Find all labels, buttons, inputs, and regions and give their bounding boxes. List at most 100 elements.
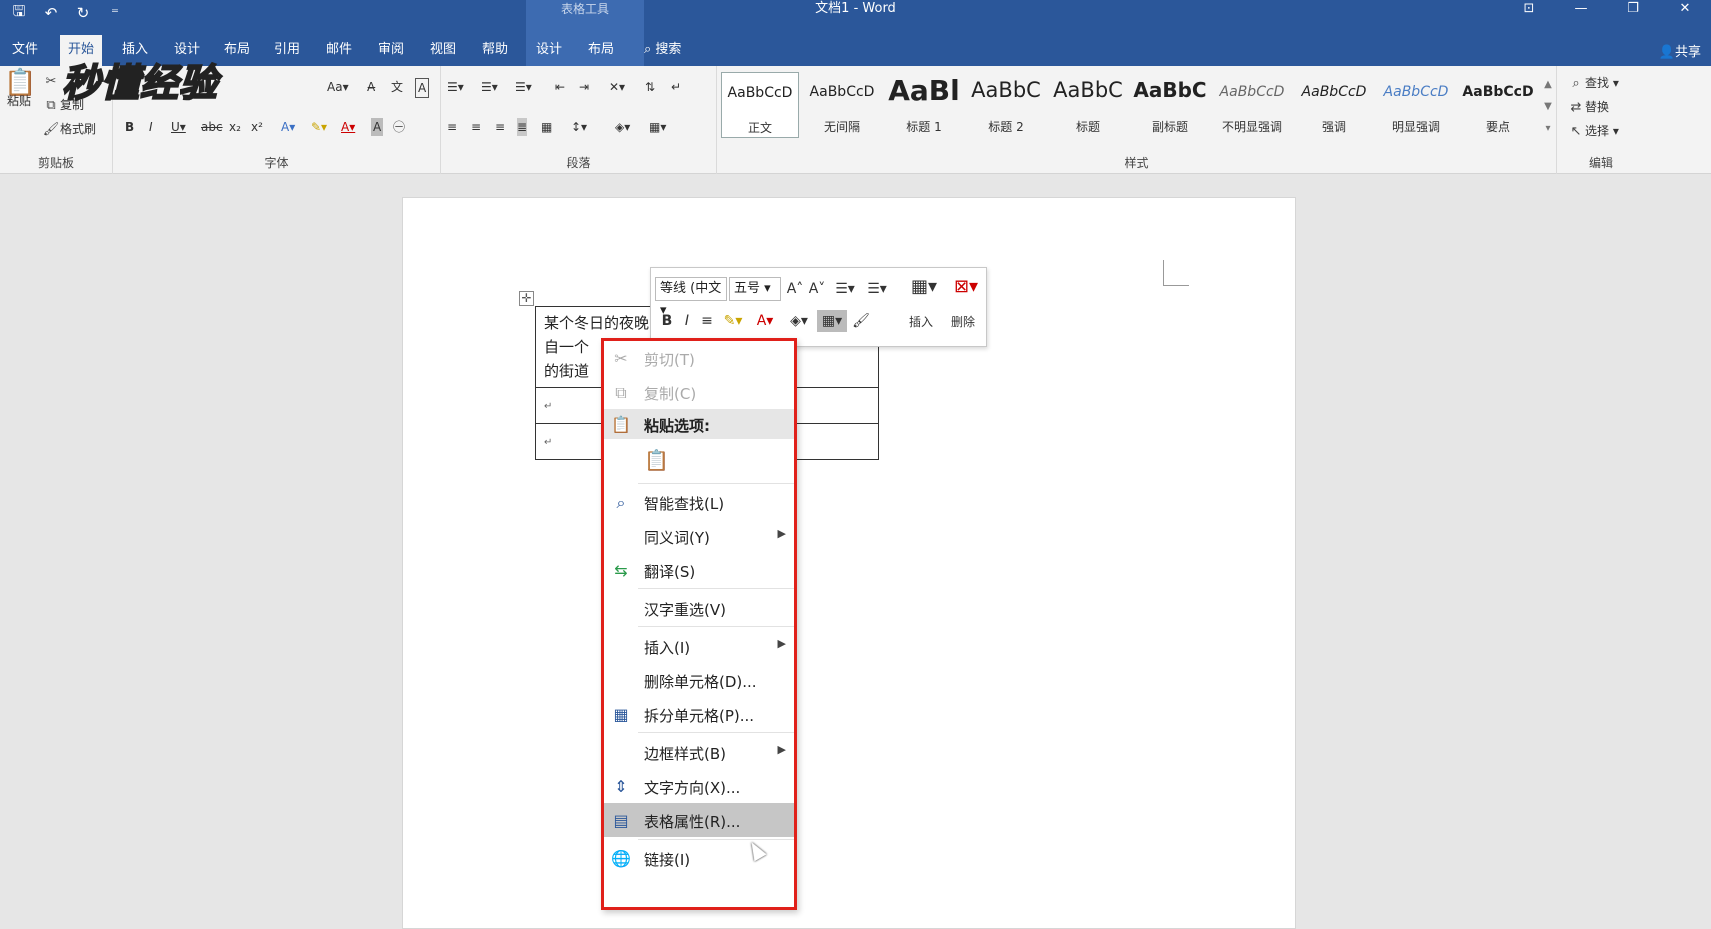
- font-color-icon[interactable]: A▾: [751, 310, 779, 332]
- style-heading-1[interactable]: AaBl 标题 1: [885, 72, 963, 138]
- delete-table-icon[interactable]: ⊠▾: [949, 276, 983, 298]
- paste-keep-text-only-button[interactable]: 📋: [604, 441, 794, 481]
- numbering-icon[interactable]: ☰▾: [863, 278, 891, 300]
- char-border-icon[interactable]: A: [415, 78, 430, 98]
- bullets-icon[interactable]: ☰▾: [831, 278, 859, 300]
- phonetic-guide-icon[interactable]: 文: [391, 78, 403, 96]
- subscript-button[interactable]: x₂: [229, 118, 241, 136]
- enclose-char-icon[interactable]: ㊀: [393, 118, 405, 136]
- bullets-icon[interactable]: ☰▾: [447, 78, 464, 96]
- italic-button[interactable]: I: [149, 118, 153, 136]
- format-painter-button[interactable]: 🖌格式刷: [42, 120, 96, 139]
- shading-icon[interactable]: ◈▾: [785, 310, 813, 332]
- menu-item-delete-cells[interactable]: 删除单元格(D)...: [604, 663, 794, 697]
- align-left-icon[interactable]: ≡: [447, 118, 457, 136]
- replace-button[interactable]: ⇄ 替换: [1567, 98, 1609, 117]
- style-strong[interactable]: AaBbCcD 要点: [1459, 72, 1537, 138]
- center-align-icon[interactable]: ≡: [697, 310, 717, 332]
- italic-button[interactable]: I: [677, 310, 697, 332]
- align-right-icon[interactable]: ≡: [495, 118, 505, 136]
- tell-me-search[interactable]: ⌕ 搜索: [636, 35, 689, 66]
- borders-icon[interactable]: ▦▾: [817, 310, 847, 332]
- link-icon: 🌐: [611, 849, 631, 868]
- menu-item-border-styles[interactable]: 边框样式(B) ▶: [604, 735, 794, 769]
- menu-item-insert[interactable]: 插入(I) ▶: [604, 629, 794, 663]
- shrink-font-icon[interactable]: A˅: [807, 278, 827, 300]
- superscript-button[interactable]: x²: [251, 118, 263, 136]
- cut-button[interactable]: ✂: [42, 72, 60, 91]
- tab-layout[interactable]: 布局: [216, 35, 258, 66]
- menu-item-synonyms[interactable]: 同义词(Y) ▶: [604, 519, 794, 553]
- paragraph-group: ☰▾ ☰▾ ☰▾ ⇤ ⇥ ✕▾ ⇅ ↵ ≡ ≡ ≡ ≣ ▦ ↕▾ ◈▾ ▦▾ 段…: [441, 66, 717, 174]
- style-emphasis[interactable]: AaBbCcD 强调: [1295, 72, 1373, 138]
- font-name-combo[interactable]: 等线 (中文▾: [655, 277, 727, 318]
- tab-references[interactable]: 引用: [266, 35, 308, 66]
- style-title[interactable]: AaBbC 标题: [1049, 72, 1127, 138]
- insert-table-icon[interactable]: ▦▾: [907, 276, 941, 298]
- delete-label: 删除: [951, 315, 976, 329]
- highlight-icon[interactable]: ✎▾: [311, 118, 327, 136]
- chinese-layout-icon[interactable]: ✕▾: [609, 78, 625, 96]
- tab-view[interactable]: 视图: [422, 35, 464, 66]
- menu-item-reconversion[interactable]: 汉字重选(V): [604, 591, 794, 625]
- restore-button[interactable]: ❐: [1607, 0, 1659, 20]
- style-normal[interactable]: AaBbCcD 正文: [721, 72, 799, 138]
- scissors-icon: ✂: [45, 74, 57, 89]
- style-intense-emphasis[interactable]: AaBbCcD 明显强调: [1377, 72, 1455, 138]
- tab-table-layout[interactable]: 布局: [580, 35, 622, 66]
- show-marks-icon[interactable]: ↵: [671, 78, 681, 96]
- style-subtle-emphasis[interactable]: AaBbCcD 不明显强调: [1213, 72, 1291, 138]
- justify-icon[interactable]: ≣: [517, 118, 528, 136]
- shading-icon[interactable]: ◈▾: [615, 118, 630, 136]
- change-case-button[interactable]: Aa▾: [327, 78, 349, 96]
- font-color-icon[interactable]: A▾: [341, 118, 355, 136]
- menu-item-split-cells[interactable]: ▦ 拆分单元格(P)...: [604, 697, 794, 731]
- styles-scroll[interactable]: ▲ ▼ ▾: [1541, 74, 1555, 140]
- close-button[interactable]: ✕: [1659, 0, 1711, 20]
- line-spacing-icon[interactable]: ↕▾: [571, 118, 587, 136]
- bold-button[interactable]: B: [657, 310, 677, 332]
- increase-indent-icon[interactable]: ⇥: [579, 78, 589, 96]
- paste-keep-text-icon: 📋: [644, 448, 669, 472]
- minimize-button[interactable]: —: [1555, 0, 1607, 20]
- highlight-icon[interactable]: ✎▾: [719, 310, 747, 332]
- multilevel-list-icon[interactable]: ☰▾: [515, 78, 532, 96]
- share-button[interactable]: 👤共享: [1659, 41, 1701, 60]
- menu-item-smart-lookup[interactable]: ⌕ 智能查找(L): [604, 485, 794, 519]
- select-button[interactable]: ↖ 选择 ▾: [1567, 122, 1619, 141]
- tab-mailings[interactable]: 邮件: [318, 35, 360, 66]
- grow-font-icon[interactable]: A˄: [785, 278, 805, 300]
- style-heading-2[interactable]: AaBbC 标题 2: [967, 72, 1045, 138]
- menu-item-text-direction[interactable]: ⇕ 文字方向(X)...: [604, 769, 794, 803]
- menu-item-link[interactable]: 🌐 链接(I): [604, 841, 794, 875]
- tab-file[interactable]: 文件: [4, 35, 46, 66]
- menu-item-table-properties[interactable]: ▤ 表格属性(R)...: [604, 803, 794, 837]
- decrease-indent-icon[interactable]: ⇤: [555, 78, 565, 96]
- tab-help[interactable]: 帮助: [474, 35, 516, 66]
- table-move-handle-icon[interactable]: ✛: [519, 291, 534, 306]
- distributed-icon[interactable]: ▦: [541, 118, 552, 136]
- numbering-icon[interactable]: ☰▾: [481, 78, 498, 96]
- format-painter-icon[interactable]: 🖌: [851, 310, 871, 332]
- font-size-combo[interactable]: 五号 ▾: [729, 277, 781, 301]
- text-effects-icon[interactable]: A▾: [281, 118, 295, 136]
- find-button[interactable]: ⌕ 查找 ▾: [1567, 74, 1619, 93]
- editing-group-label: 编辑: [1588, 156, 1613, 170]
- clear-format-icon[interactable]: A̶: [367, 78, 375, 96]
- underline-button[interactable]: U▾: [171, 118, 186, 136]
- tab-table-design[interactable]: 设计: [528, 35, 570, 66]
- style-subtitle[interactable]: AaBbC 副标题: [1131, 72, 1209, 138]
- ribbon-display-options-icon[interactable]: ⊡: [1503, 0, 1555, 20]
- tab-review[interactable]: 审阅: [370, 35, 412, 66]
- borders-icon[interactable]: ▦▾: [649, 118, 666, 136]
- strikethrough-button[interactable]: abc: [201, 118, 223, 136]
- sort-icon[interactable]: ⇅: [645, 78, 655, 96]
- bold-button[interactable]: B: [125, 118, 134, 136]
- menu-item-copy[interactable]: ⧉ 复制(C): [604, 375, 794, 409]
- menu-item-translate[interactable]: ⇆ 翻译(S): [604, 553, 794, 587]
- menu-item-cut[interactable]: ✂ 剪切(T): [604, 341, 794, 375]
- style-no-spacing[interactable]: AaBbCcD 无间隔: [803, 72, 881, 138]
- align-center-icon[interactable]: ≡: [471, 118, 481, 136]
- paste-button[interactable]: 📋 粘贴: [4, 70, 36, 110]
- char-shading-icon[interactable]: A: [371, 118, 384, 136]
